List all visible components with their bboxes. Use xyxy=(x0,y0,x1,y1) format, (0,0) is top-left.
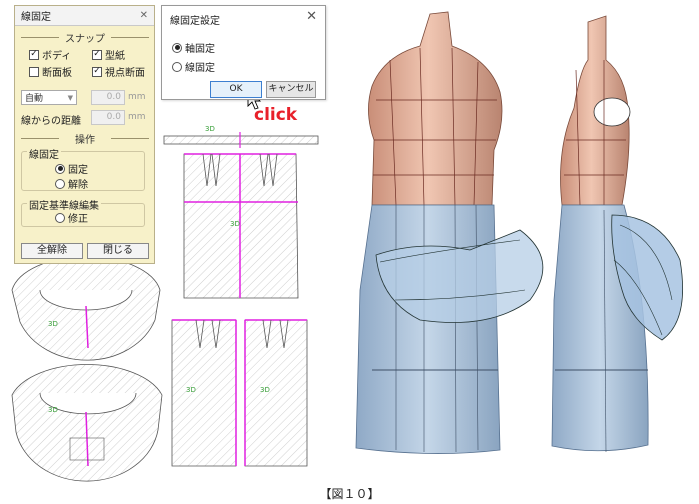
back-skirt-pattern-right: 3D xyxy=(244,319,308,467)
mannequin-back-view xyxy=(355,11,544,454)
radio-modify-dot[interactable] xyxy=(55,212,65,223)
radio-axis-fix[interactable]: 軸固定 xyxy=(172,40,215,55)
radio-release-dot[interactable] xyxy=(55,178,65,189)
back-skirt-pattern-left: 3D xyxy=(171,319,237,467)
checkbox-section-board[interactable]: 断面板 xyxy=(29,64,72,79)
snap-value-input[interactable]: 0.0 xyxy=(91,90,125,105)
ok-button[interactable]: OK xyxy=(210,81,262,98)
radio-fix-dot[interactable] xyxy=(55,163,65,174)
checkbox-body-box[interactable]: ✓ xyxy=(29,49,39,60)
radio-axis-fix-dot[interactable] xyxy=(172,42,182,53)
checkbox-body[interactable]: ✓ ボディ xyxy=(29,47,71,62)
radio-axis-fix-label: 軸固定 xyxy=(185,44,215,55)
checkbox-view-section[interactable]: ✓ 視点断面 xyxy=(92,64,145,79)
line-fix-group-label: 線固定 xyxy=(27,146,61,161)
checkbox-view-section-box[interactable]: ✓ xyxy=(92,66,102,77)
cancel-button[interactable]: キャンセル xyxy=(266,81,316,98)
distance-unit: mm xyxy=(128,112,146,122)
panel-close-icon[interactable]: ✕ xyxy=(140,10,148,21)
mannequin-side-view xyxy=(551,15,683,453)
click-annotation: click xyxy=(254,105,298,125)
dialog-close-icon[interactable]: ✕ xyxy=(306,9,317,24)
operation-section-header: 操作 xyxy=(17,131,153,146)
checkbox-pattern-label: 型紙 xyxy=(105,51,125,62)
checkbox-view-section-label: 視点断面 xyxy=(105,68,145,79)
label-3d-back2: 3D xyxy=(260,386,270,394)
label-3d-flounce2: 3D xyxy=(48,406,58,414)
radio-modify[interactable]: 修正 xyxy=(55,210,88,225)
distance-label: 線からの距離 xyxy=(21,116,81,127)
close-button[interactable]: 閉じる xyxy=(87,243,149,259)
figure-caption: 【図１０】 xyxy=(319,487,380,501)
snap-section-header: スナップ xyxy=(17,30,153,45)
flounce-pattern-upper: 3D xyxy=(11,256,161,361)
front-skirt-pattern-piece: 3D xyxy=(183,153,299,299)
snap-mode-select[interactable]: 自動 ▼ xyxy=(21,90,77,105)
snap-mode-value: 自動 xyxy=(25,94,44,104)
label-3d-back1: 3D xyxy=(186,386,196,394)
label-3d-flounce1: 3D xyxy=(48,320,58,328)
clear-all-button[interactable]: 全解除 xyxy=(21,243,83,259)
checkbox-body-label: ボディ xyxy=(42,51,72,62)
radio-line-fix[interactable]: 線固定 xyxy=(172,59,215,74)
radio-line-fix-label: 線固定 xyxy=(185,63,215,74)
checkbox-section-board-box[interactable] xyxy=(29,66,39,77)
snap-value-unit: mm xyxy=(128,92,146,102)
label-3d-top: 3D xyxy=(205,125,215,133)
radio-fix-label: 固定 xyxy=(68,165,88,176)
waistband-pattern-piece: 3D xyxy=(163,125,319,148)
checkbox-pattern-box[interactable]: ✓ xyxy=(92,49,102,60)
radio-fix[interactable]: 固定 xyxy=(55,161,88,176)
radio-modify-label: 修正 xyxy=(68,214,88,225)
panel-title: 線固定 xyxy=(21,12,51,23)
line-fix-settings-dialog: 線固定設定 ✕ 軸固定 線固定 OK キャンセル xyxy=(161,5,326,100)
panel-title-bar: 線固定 ✕ xyxy=(15,6,154,26)
checkbox-pattern[interactable]: ✓ 型紙 xyxy=(92,47,125,62)
radio-line-fix-dot[interactable] xyxy=(172,61,182,72)
dialog-title: 線固定設定 xyxy=(170,16,220,27)
radio-release[interactable]: 解除 xyxy=(55,176,88,191)
line-fix-panel: 線固定 ✕ スナップ ✓ ボディ ✓ 型紙 断面板 ✓ 視点断面 自動 ▼ 0.… xyxy=(14,5,155,264)
checkbox-section-board-label: 断面板 xyxy=(42,68,72,79)
label-3d-front: 3D xyxy=(230,220,240,228)
radio-release-label: 解除 xyxy=(68,180,88,191)
chevron-down-icon: ▼ xyxy=(67,93,73,102)
distance-input[interactable]: 0.0 xyxy=(91,110,125,125)
flounce-pattern-lower: 3D xyxy=(11,364,163,482)
